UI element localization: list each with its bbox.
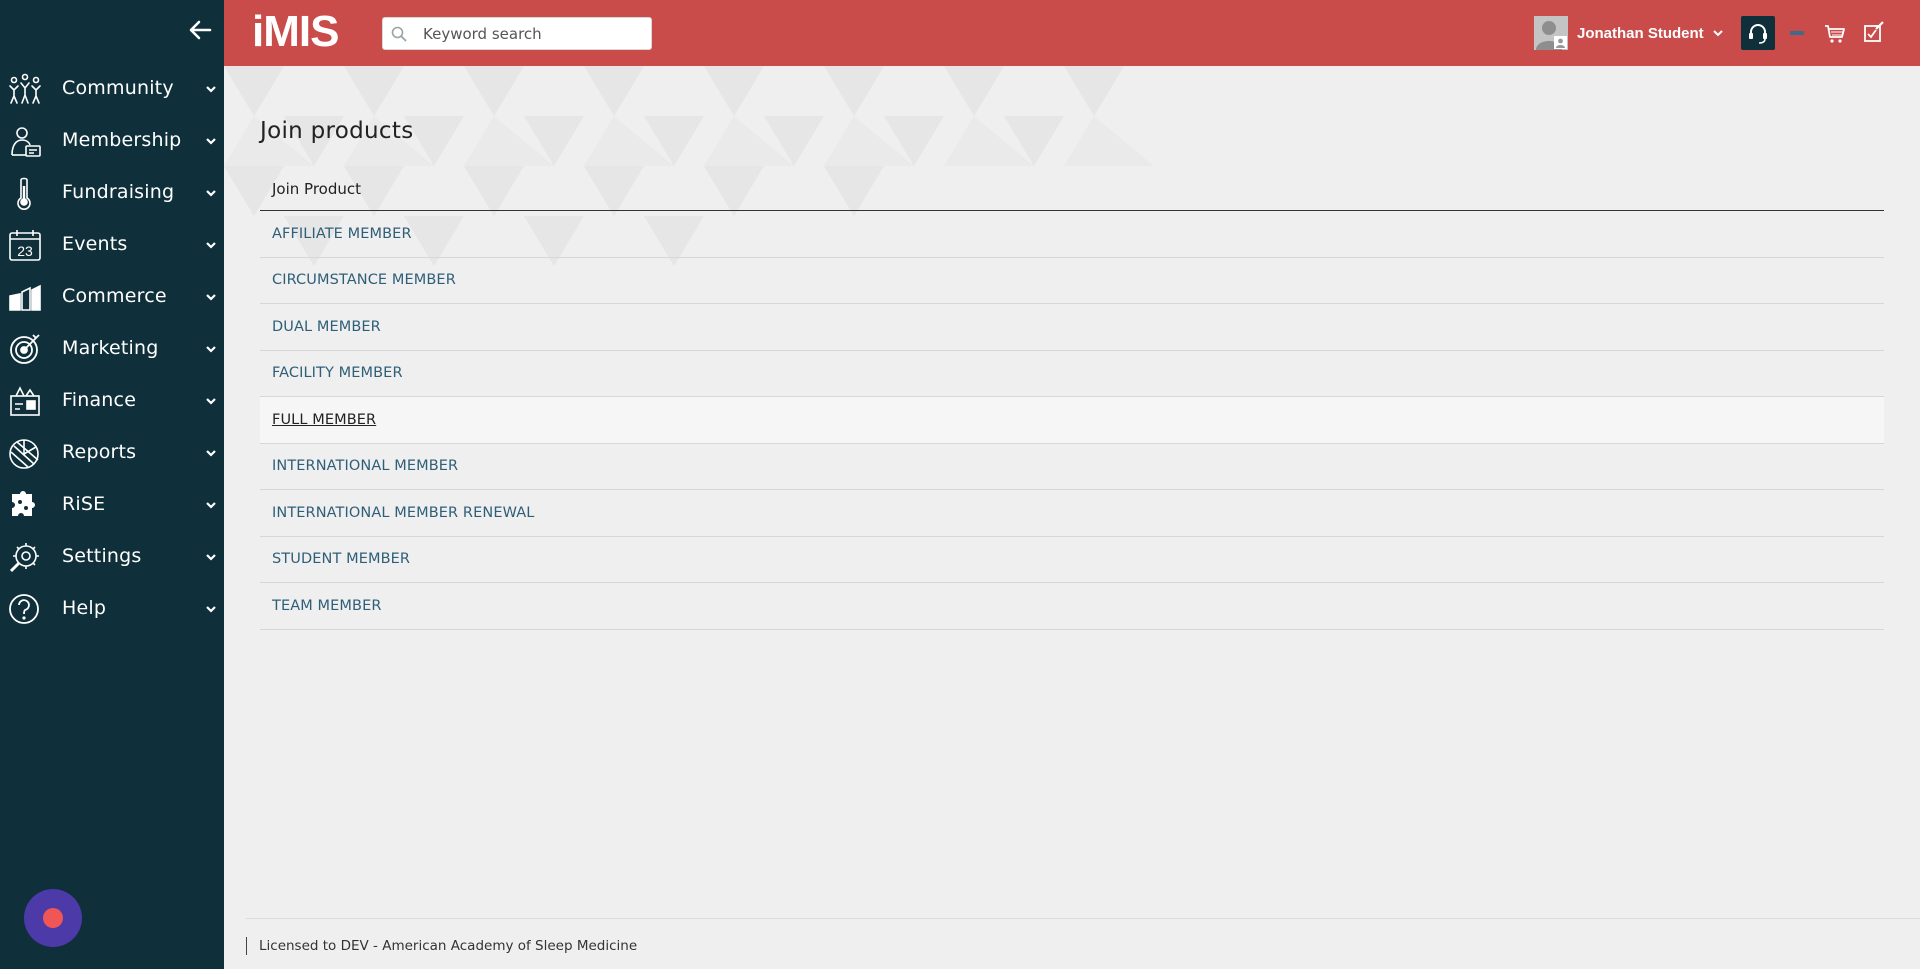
product-link[interactable]: FULL MEMBER <box>272 412 376 428</box>
sidebar-nav: Community Membership Fundraising 23 Even… <box>0 0 224 969</box>
chevron-down-icon <box>206 294 216 301</box>
top-header: iMIS Jonathan Student <box>224 0 1920 66</box>
table-row: CIRCUMSTANCE MEMBER <box>260 258 1884 304</box>
search-input[interactable] <box>423 23 643 45</box>
minus-icon <box>1790 31 1804 35</box>
table-row: STUDENT MEMBER <box>260 537 1884 583</box>
product-link[interactable]: INTERNATIONAL MEMBER RENEWAL <box>272 505 534 521</box>
cart-button[interactable] <box>1818 16 1852 50</box>
svg-text:23: 23 <box>17 243 33 259</box>
user-silhouette-icon <box>1534 16 1568 50</box>
chat-launcher-button[interactable] <box>24 889 82 947</box>
search-icon <box>391 26 407 42</box>
imis-logo[interactable]: iMIS <box>252 10 339 54</box>
product-link[interactable]: DUAL MEMBER <box>272 319 381 335</box>
sidebar-item-membership[interactable]: Membership <box>0 114 224 166</box>
page-title: Join products <box>260 118 414 144</box>
sidebar-item-label: Finance <box>62 389 137 411</box>
table-row: FACILITY MEMBER <box>260 351 1884 397</box>
sidebar-item-label: Membership <box>62 129 182 151</box>
user-menu[interactable]: Jonathan Student <box>1534 16 1724 50</box>
tasks-button[interactable] <box>1856 16 1890 50</box>
sidebar-item-settings[interactable]: Settings <box>0 530 224 582</box>
chevron-down-icon <box>206 554 216 561</box>
product-link[interactable]: CIRCUMSTANCE MEMBER <box>272 272 456 288</box>
user-name: Jonathan Student <box>1577 24 1704 42</box>
sidebar-item-label: Commerce <box>62 285 167 307</box>
chevron-down-icon <box>206 86 216 93</box>
puzzle-icon <box>12 491 35 516</box>
minimize-button[interactable] <box>1780 16 1814 50</box>
page-footer: Licensed to DEV - American Academy of Sl… <box>246 918 1920 969</box>
chevron-down-icon <box>206 346 216 353</box>
support-button[interactable] <box>1741 16 1775 50</box>
sidebar-item-label: Community <box>62 77 174 99</box>
product-link[interactable]: STUDENT MEMBER <box>272 551 410 567</box>
table-row: DUAL MEMBER <box>260 304 1884 351</box>
avatar <box>1534 16 1568 50</box>
calendar-icon: 23 <box>9 230 41 261</box>
chevron-down-icon <box>206 398 216 405</box>
headset-icon <box>1749 24 1767 44</box>
sidebar-item-label: Fundraising <box>62 181 175 203</box>
product-link[interactable]: TEAM MEMBER <box>272 598 382 614</box>
chevron-down-icon <box>206 242 216 249</box>
join-products-table: Join Product AFFILIATE MEMBER CIRCUMSTAN… <box>260 168 1884 630</box>
commerce-icon <box>9 284 41 311</box>
sidebar-item-rise[interactable]: RiSE <box>0 478 224 530</box>
settings-icon <box>9 543 39 573</box>
sidebar-item-fundraising[interactable]: Fundraising <box>0 166 224 218</box>
finance-icon <box>10 386 40 416</box>
target-icon <box>10 334 40 364</box>
chevron-down-icon <box>206 190 216 197</box>
main-content: Join products Join Product AFFILIATE MEM… <box>224 66 1920 969</box>
chevron-down-icon <box>206 502 216 509</box>
license-text: Licensed to DEV - American Academy of Sl… <box>246 937 637 955</box>
sidebar-item-finance[interactable]: Finance <box>0 374 224 426</box>
chat-dot-icon <box>43 908 63 928</box>
table-row: TEAM MEMBER <box>260 583 1884 630</box>
sidebar-item-label: Reports <box>62 441 137 463</box>
sidebar-item-help[interactable]: Help <box>0 582 224 634</box>
sidebar-item-label: Marketing <box>62 337 159 359</box>
chevron-down-icon <box>206 450 216 457</box>
product-link[interactable]: INTERNATIONAL MEMBER <box>272 458 458 474</box>
sidebar-item-commerce[interactable]: Commerce <box>0 270 224 322</box>
edit-checklist-icon <box>1864 21 1884 42</box>
product-link[interactable]: AFFILIATE MEMBER <box>272 226 412 242</box>
collapse-sidebar-arrow-icon[interactable] <box>186 16 214 44</box>
sidebar-menu: Community Membership Fundraising 23 Even… <box>0 62 224 634</box>
cart-icon <box>1825 25 1845 43</box>
pie-chart-icon <box>9 439 39 469</box>
sidebar-item-marketing[interactable]: Marketing <box>0 322 224 374</box>
sidebar-item-community[interactable]: Community <box>0 62 224 114</box>
sidebar-item-reports[interactable]: Reports <box>0 426 224 478</box>
sidebar-item-label: Events <box>62 233 128 255</box>
fundraising-icon <box>17 177 31 210</box>
keyword-search <box>382 17 652 50</box>
sidebar-item-label: RiSE <box>62 493 106 515</box>
sidebar-item-label: Settings <box>62 545 142 567</box>
chevron-down-icon <box>1712 30 1723 37</box>
table-row: INTERNATIONAL MEMBER <box>260 444 1884 490</box>
chevron-down-icon <box>206 138 216 145</box>
product-link[interactable]: FACILITY MEMBER <box>272 365 403 381</box>
help-icon <box>9 594 39 624</box>
chevron-down-icon <box>206 606 216 613</box>
community-icon <box>9 73 41 104</box>
table-row: INTERNATIONAL MEMBER RENEWAL <box>260 490 1884 537</box>
sidebar-item-label: Help <box>62 597 107 619</box>
column-header-join-product[interactable]: Join Product <box>260 168 1884 211</box>
table-row: AFFILIATE MEMBER <box>260 211 1884 258</box>
membership-icon <box>11 127 41 157</box>
table-row-hovered: FULL MEMBER <box>260 397 1884 444</box>
sidebar-item-events[interactable]: 23 Events <box>0 218 224 270</box>
